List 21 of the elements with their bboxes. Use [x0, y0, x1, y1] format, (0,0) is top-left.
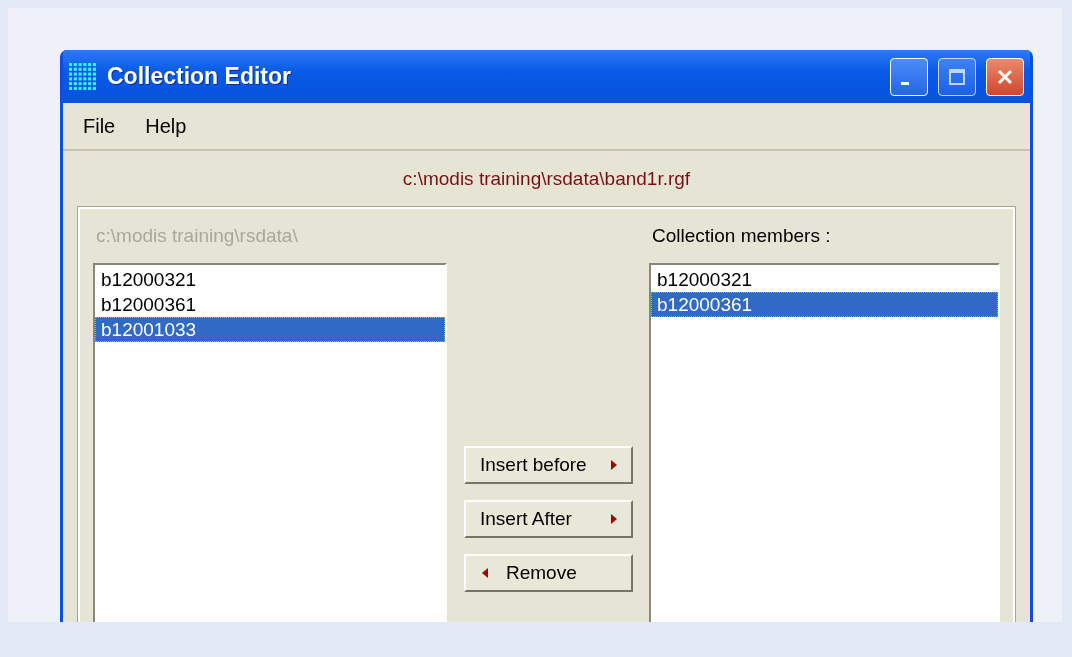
window-title: Collection Editor	[107, 63, 292, 90]
list-box[interactable]: b12000321 b12000361	[649, 263, 1000, 622]
maximize-icon	[947, 66, 967, 87]
action-button[interactable]: Remove	[464, 554, 633, 592]
action-button[interactable]: Insert before	[464, 446, 633, 484]
folder-label: c:\modis training\rsdata\	[95, 224, 299, 247]
minimize-button[interactable]	[890, 57, 928, 96]
right-arrow-icon	[611, 460, 617, 470]
action-button[interactable]: Insert After	[464, 500, 633, 538]
right-arrow-icon	[611, 514, 617, 524]
close-button[interactable]	[986, 57, 1024, 96]
maximize-button[interactable]	[938, 57, 976, 96]
menu-item[interactable]: File	[71, 110, 128, 142]
list-item[interactable]: b12000361	[651, 292, 998, 317]
left-arrow-icon	[482, 568, 488, 578]
app-icon	[69, 62, 97, 91]
members-label: Collection members :	[651, 224, 832, 247]
minimize-icon	[900, 82, 909, 85]
list-item[interactable]: b12000321	[651, 267, 998, 292]
file-path: c:\modis training\rsdata\band1r.rgf	[402, 168, 691, 190]
menu-item[interactable]: Help	[133, 110, 199, 142]
